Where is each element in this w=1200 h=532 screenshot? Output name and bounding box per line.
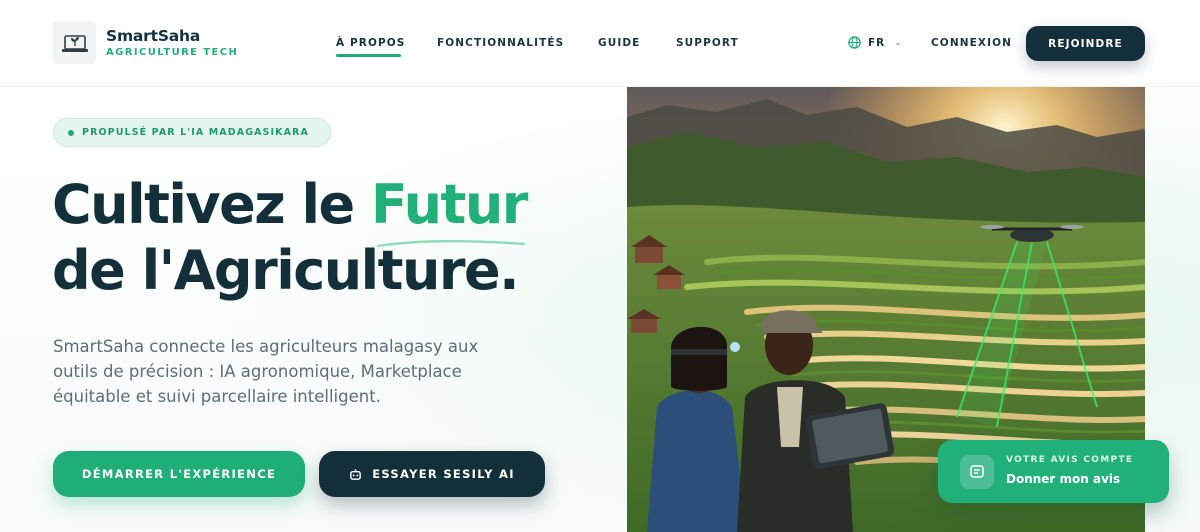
join-button[interactable]: REJOINDRE [1026, 26, 1145, 61]
chevron-down-icon: ⌄ [894, 37, 902, 48]
hero-description: SmartSaha connecte les agriculteurs mala… [53, 337, 479, 406]
headline-accent: Futur [370, 173, 529, 236]
laptop-plant-icon [61, 34, 88, 52]
brand-tagline: AGRICULTURE TECH [106, 47, 239, 58]
feedback-kicker: VOTRE AVIS COMPTE [1006, 455, 1134, 465]
nav-item-about[interactable]: À PROPOS [336, 37, 405, 49]
message-icon [960, 455, 994, 489]
accent-underline-swoosh [376, 240, 526, 248]
brand-logo[interactable] [53, 21, 96, 64]
feedback-card[interactable]: VOTRE AVIS COMPTE Donner mon avis [938, 440, 1169, 503]
status-dot [68, 129, 74, 136]
language-label: FR [868, 36, 886, 49]
start-experience-button[interactable]: DÉMARRER L'EXPÉRIENCE [53, 451, 305, 497]
nav-item-guide[interactable]: GUIDE [598, 37, 640, 49]
headline-part1: Cultivez le [52, 173, 371, 236]
globe-icon [848, 36, 861, 49]
brand-name[interactable]: SmartSaha [106, 27, 200, 45]
nav-item-support[interactable]: SUPPORT [676, 37, 739, 49]
robot-icon [350, 468, 362, 480]
login-link[interactable]: CONNEXION [931, 37, 1012, 49]
language-selector[interactable]: FR ⌄ [848, 36, 902, 49]
ai-badge: PROPULSÉ PAR L'IA MADAGASIKARA [53, 118, 331, 147]
try-sesily-ai-button[interactable]: ESSAYER SESILY AI [319, 451, 545, 497]
nav-item-features[interactable]: FONCTIONNALITÉS [437, 37, 564, 49]
top-navbar: SmartSaha AGRICULTURE TECH À PROPOS FONC… [0, 0, 1200, 87]
try-sesily-ai-label: ESSAYER SESILY AI [372, 467, 515, 481]
feedback-label: Donner mon avis [1006, 472, 1121, 486]
nav-active-indicator [336, 54, 401, 57]
badge-text: PROPULSÉ PAR L'IA MADAGASIKARA [82, 127, 309, 138]
